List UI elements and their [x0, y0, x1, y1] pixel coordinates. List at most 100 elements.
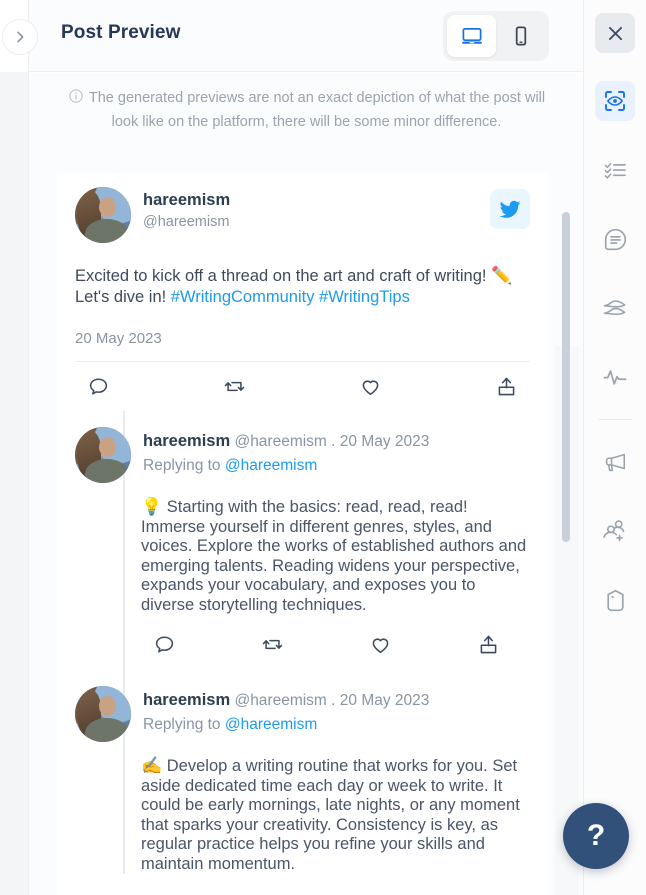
- mobile-icon: [515, 26, 526, 46]
- root-post: hareemism @hareemism Excited to kick off…: [57, 173, 548, 411]
- reply-post-2: hareemism @hareemism . 20 May 2023 Reply…: [57, 670, 548, 874]
- preview-scrollbar-thumb[interactable]: [562, 212, 570, 542]
- rail-item-preview[interactable]: [595, 81, 635, 121]
- info-icon: [68, 88, 84, 111]
- preview-notice-area: The generated previews are not an exact …: [29, 73, 584, 173]
- reply-byline: hareemism @hareemism . 20 May 2023: [143, 690, 429, 711]
- desktop-icon: [461, 27, 482, 44]
- rail-item-checklist[interactable]: [595, 150, 635, 190]
- lightbulb-emoji: 💡: [141, 497, 163, 516]
- user-handle: @hareemism: [234, 433, 327, 450]
- pulse-activity-icon: [603, 370, 627, 385]
- left-gutter: [0, 0, 45, 895]
- reply-header: hareemism @hareemism . 20 May 2023 Reply…: [75, 427, 530, 483]
- device-toggle-desktop[interactable]: [447, 15, 496, 57]
- rail-item-tags[interactable]: [595, 580, 635, 620]
- root-post-actions: [75, 361, 530, 411]
- reply-text: ✍️ Develop a writing routine that works …: [141, 756, 530, 874]
- reply-date: 20 May 2023: [339, 433, 430, 450]
- root-post-text-part1: Excited to kick off a thread on the art …: [75, 267, 492, 285]
- reply-date: 20 May 2023: [339, 692, 430, 709]
- reply-button[interactable]: [87, 375, 110, 398]
- replying-to-handle[interactable]: @hareemism: [225, 716, 317, 733]
- replying-to-row: Replying to @hareemism: [143, 715, 429, 735]
- preview-scroll-area[interactable]: hareemism @hareemism Excited to kick off…: [29, 173, 584, 895]
- like-button[interactable]: [359, 375, 382, 398]
- root-post-identity: hareemism @hareemism: [143, 187, 490, 232]
- add-user-icon: [603, 520, 625, 542]
- like-button[interactable]: [369, 633, 392, 656]
- replying-to-label: Replying to: [143, 457, 221, 474]
- reply-identity: hareemism @hareemism . 20 May 2023 Reply…: [143, 686, 429, 735]
- comment-icon: [155, 636, 174, 653]
- heart-icon: [372, 638, 389, 653]
- rail-item-activity[interactable]: [595, 357, 635, 397]
- reply-actions: [153, 627, 500, 670]
- page-title: Post Preview: [61, 22, 181, 43]
- reply-byline: hareemism @hareemism . 20 May 2023: [143, 431, 429, 452]
- tag-icon: [606, 589, 624, 611]
- rail-item-announcement[interactable]: [595, 442, 635, 482]
- display-name: hareemism: [143, 191, 231, 209]
- reply-text-content: Starting with the basics: read, read, re…: [141, 498, 527, 614]
- reply-identity: hareemism @hareemism . 20 May 2023 Reply…: [143, 427, 429, 476]
- note-document-icon: [604, 228, 626, 250]
- byline-separator: .: [331, 692, 336, 709]
- root-post-text-part2: Let's dive in!: [75, 288, 171, 306]
- pencil-emoji: ✏️: [491, 266, 513, 285]
- help-button[interactable]: ?: [563, 803, 629, 869]
- user-handle: @hareemism: [234, 692, 327, 709]
- reply-header: hareemism @hareemism . 20 May 2023 Reply…: [75, 686, 530, 742]
- close-panel-button[interactable]: [595, 13, 635, 53]
- preview-panel: Post Preview The generated previews are …: [2, 0, 584, 895]
- root-post-header: hareemism @hareemism: [75, 187, 530, 243]
- close-x-icon: [608, 26, 622, 40]
- display-name: hareemism: [143, 691, 231, 709]
- hashtag-writingtips[interactable]: #WritingTips: [319, 288, 410, 306]
- post-preview-screen: Post Preview The generated previews are …: [0, 0, 646, 895]
- replying-to-row: Replying to @hareemism: [143, 456, 429, 476]
- collapse-panel-button[interactable]: [2, 19, 38, 55]
- root-post-text: Excited to kick off a thread on the art …: [75, 265, 530, 308]
- panel-header: Post Preview: [2, 0, 584, 72]
- share-button[interactable]: [477, 633, 500, 656]
- tweet-thread-card: hareemism @hareemism Excited to kick off…: [57, 173, 548, 895]
- share-upload-icon: [498, 377, 515, 396]
- avatar: [75, 427, 131, 483]
- replying-to-handle[interactable]: @hareemism: [225, 457, 317, 474]
- rail-item-approvals[interactable]: [595, 288, 635, 328]
- avatar: [75, 686, 131, 742]
- root-post-date: 20 May 2023: [75, 330, 162, 347]
- handshake-icon: [603, 299, 625, 315]
- display-name: hareemism: [143, 432, 231, 450]
- writing-hand-emoji: ✍️: [141, 756, 163, 775]
- preview-notice-text: The generated previews are not an exact …: [88, 90, 546, 130]
- chevron-right-icon: [17, 31, 24, 43]
- share-upload-icon: [480, 635, 497, 654]
- platform-badge: [490, 189, 530, 229]
- retweet-button[interactable]: [223, 375, 246, 398]
- megaphone-icon: [605, 453, 625, 471]
- comment-icon: [89, 378, 108, 395]
- heart-icon: [362, 380, 379, 395]
- reply-button[interactable]: [153, 633, 176, 656]
- reply-post-1: hareemism @hareemism . 20 May 2023 Reply…: [57, 411, 548, 670]
- user-handle: @hareemism: [143, 214, 230, 230]
- share-button[interactable]: [495, 375, 518, 398]
- retweet-button[interactable]: [261, 633, 284, 656]
- device-toggle-group: [443, 11, 549, 61]
- checklist-icon: [604, 162, 626, 179]
- byline-separator: .: [331, 433, 336, 450]
- tool-rail: [583, 0, 646, 895]
- device-toggle-mobile[interactable]: [496, 15, 545, 57]
- page-scrollbar-track[interactable]: [18, 150, 45, 895]
- retweet-icon: [224, 381, 245, 392]
- twitter-bird-icon: [499, 200, 521, 218]
- rail-item-notes[interactable]: [595, 219, 635, 259]
- reply-text-content: Develop a writing routine that works for…: [141, 757, 520, 873]
- avatar: [75, 187, 131, 243]
- retweet-icon: [262, 639, 283, 650]
- hashtag-writingcommunity[interactable]: #WritingCommunity: [171, 288, 315, 306]
- replying-to-label: Replying to: [143, 716, 221, 733]
- rail-item-collaborators[interactable]: [595, 511, 635, 551]
